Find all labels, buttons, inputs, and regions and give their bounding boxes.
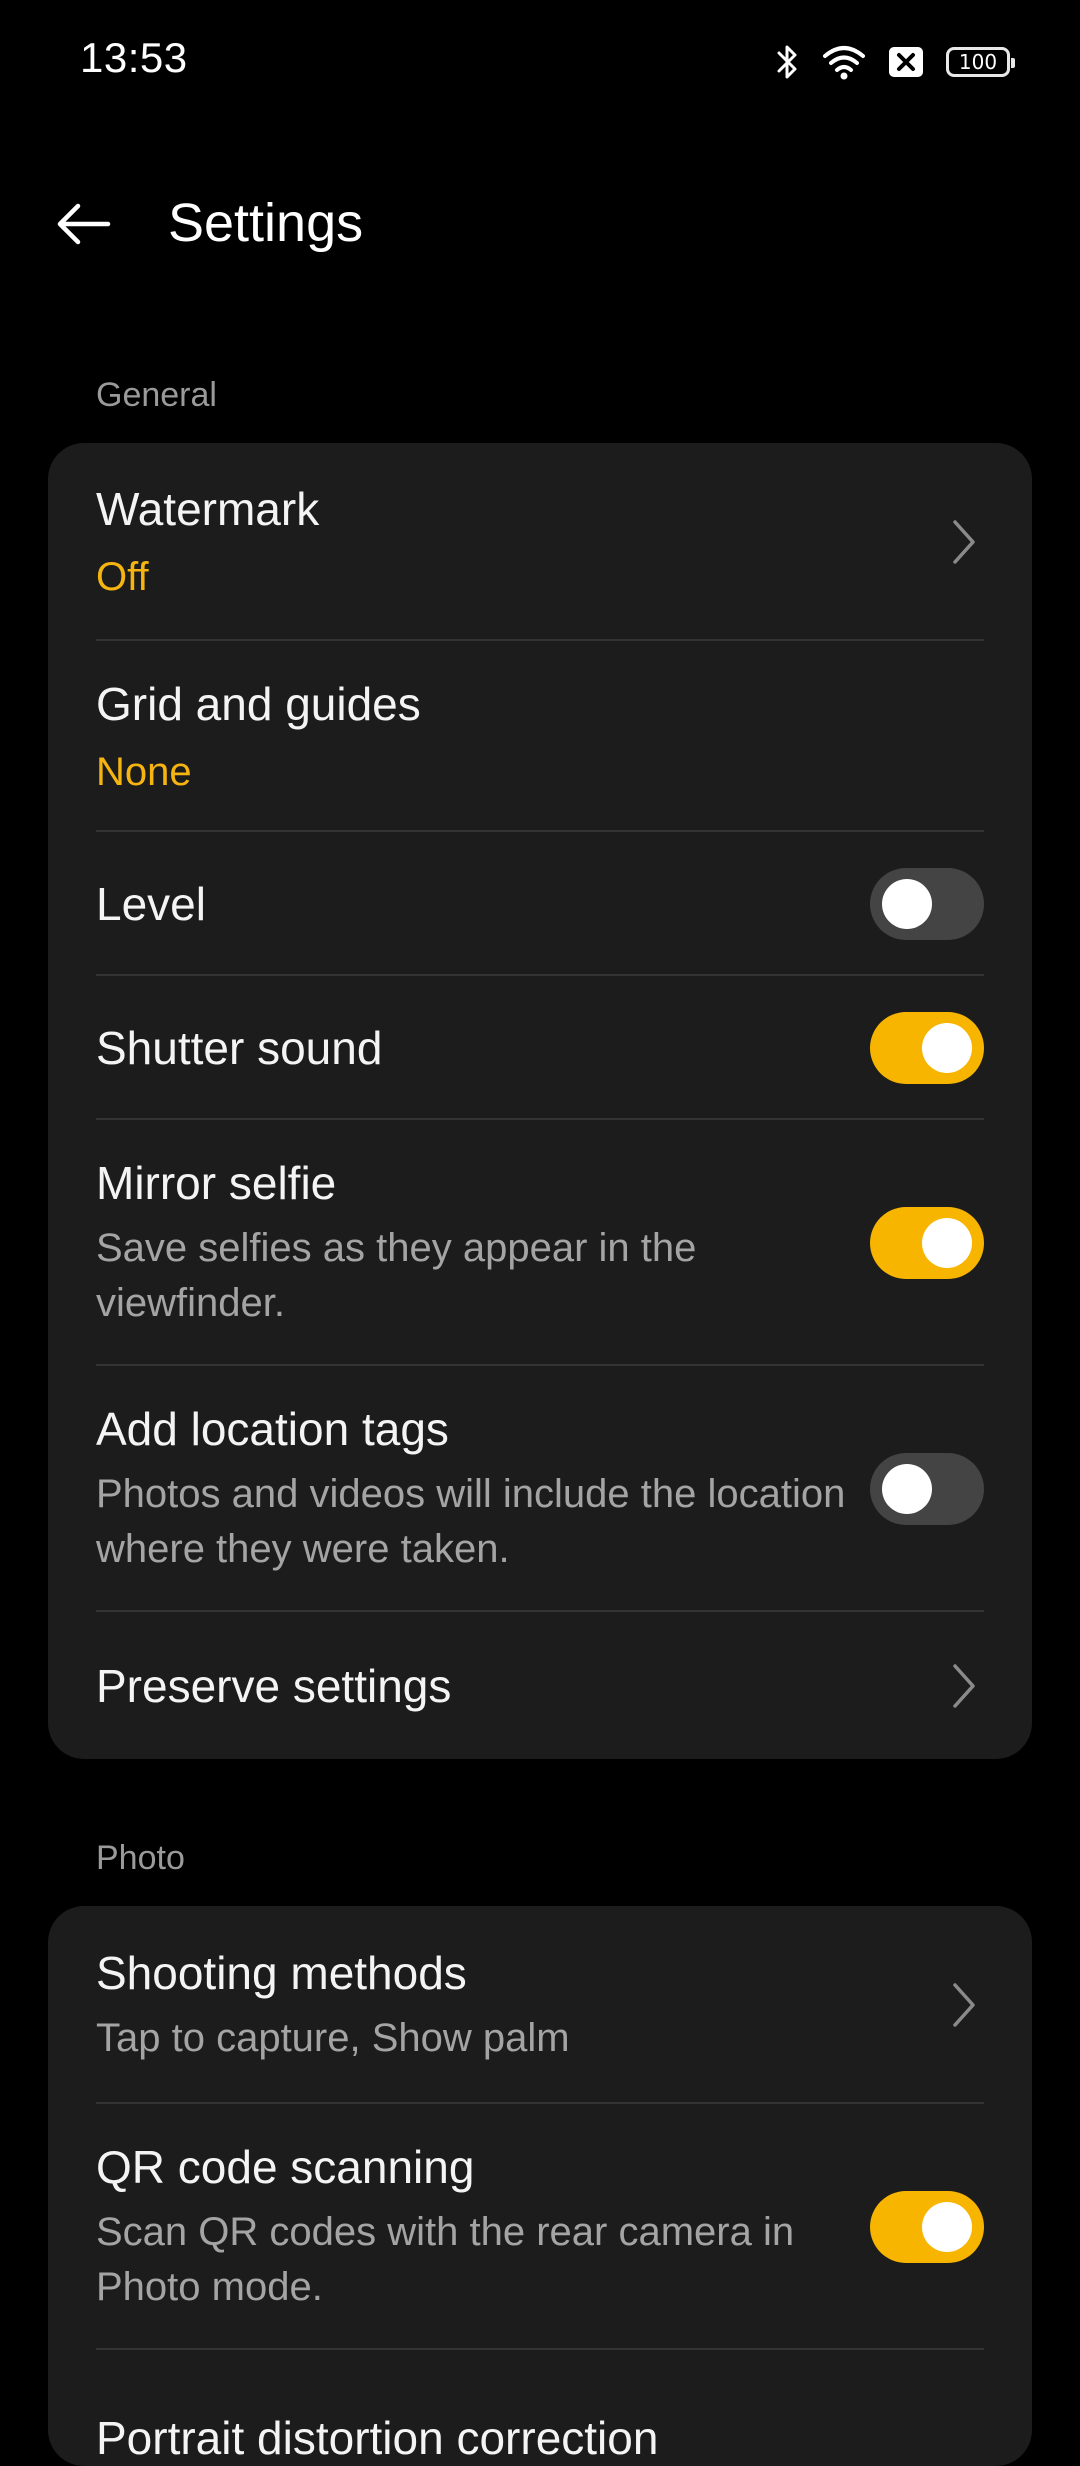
- section-label-photo: Photo: [96, 1839, 185, 1877]
- mirror-selfie-toggle[interactable]: [870, 1207, 984, 1279]
- battery-level: 100: [958, 50, 998, 74]
- bluetooth-icon: [776, 43, 800, 81]
- setting-value: Off: [96, 555, 149, 599]
- toggle-knob: [922, 1023, 972, 1073]
- setting-shutter-sound[interactable]: Shutter sound: [48, 976, 1032, 1120]
- setting-title: Watermark: [96, 483, 320, 535]
- setting-portrait-distortion-correction[interactable]: Portrait distortion correction: [48, 2350, 1032, 2466]
- toggle-knob: [922, 2202, 972, 2252]
- add-location-tags-toggle[interactable]: [870, 1453, 984, 1525]
- chevron-right-icon: [944, 514, 984, 570]
- setting-title: Level: [96, 878, 206, 930]
- setting-shooting-methods[interactable]: Shooting methods Tap to capture, Show pa…: [48, 1906, 1032, 2104]
- status-bar: 13:53 100: [0, 0, 1080, 124]
- setting-description: Photos and videos will include the locat…: [96, 1472, 846, 1571]
- setting-description: Tap to capture, Show palm: [96, 2015, 570, 2060]
- qr-code-scanning-toggle[interactable]: [870, 2191, 984, 2263]
- setting-title: Portrait distortion correction: [96, 2412, 659, 2464]
- section-label-general: General: [96, 376, 217, 414]
- setting-mirror-selfie[interactable]: Mirror selfie Save selfies as they appea…: [48, 1120, 1032, 1366]
- sim-off-icon: [888, 46, 924, 78]
- toggle-knob: [882, 1464, 932, 1514]
- setting-title: Grid and guides: [96, 677, 421, 730]
- chevron-right-icon: [944, 1977, 984, 2033]
- battery-icon: 100: [946, 47, 1015, 77]
- back-button[interactable]: [48, 190, 120, 262]
- level-toggle[interactable]: [870, 868, 984, 940]
- photo-settings-card: Shooting methods Tap to capture, Show pa…: [48, 1906, 1032, 2466]
- status-time: 13:53: [80, 34, 188, 81]
- setting-preserve-settings[interactable]: Preserve settings: [48, 1612, 1032, 1759]
- page-title: Settings: [168, 193, 364, 253]
- general-settings-card: Watermark Off Grid and guides None Level…: [48, 443, 1032, 1759]
- setting-title: Mirror selfie: [96, 1157, 337, 1209]
- chevron-right-icon: [944, 1658, 984, 1714]
- shutter-sound-toggle[interactable]: [870, 1012, 984, 1084]
- setting-value: None: [96, 749, 192, 794]
- wifi-icon: [822, 44, 866, 80]
- setting-title: Add location tags: [96, 1403, 449, 1455]
- setting-watermark[interactable]: Watermark Off: [48, 443, 1032, 641]
- setting-title: Shutter sound: [96, 1022, 383, 1074]
- arrow-left-icon: [54, 202, 114, 251]
- setting-title: Shooting methods: [96, 1946, 467, 1999]
- app-header: Settings: [0, 170, 1080, 280]
- setting-level[interactable]: Level: [48, 832, 1032, 976]
- setting-description: Scan QR codes with the rear camera in Ph…: [96, 2210, 795, 2309]
- setting-add-location-tags[interactable]: Add location tags Photos and videos will…: [48, 1366, 1032, 1612]
- toggle-knob: [882, 879, 932, 929]
- setting-qr-code-scanning[interactable]: QR code scanning Scan QR codes with the …: [48, 2104, 1032, 2350]
- toggle-knob: [922, 1218, 972, 1268]
- setting-description: Save selfies as they appear in the viewf…: [96, 1226, 697, 1325]
- status-icons: 100: [776, 38, 1015, 86]
- setting-title: QR code scanning: [96, 2141, 475, 2193]
- setting-grid-and-guides[interactable]: Grid and guides None: [48, 641, 1032, 832]
- setting-title: Preserve settings: [96, 1659, 452, 1712]
